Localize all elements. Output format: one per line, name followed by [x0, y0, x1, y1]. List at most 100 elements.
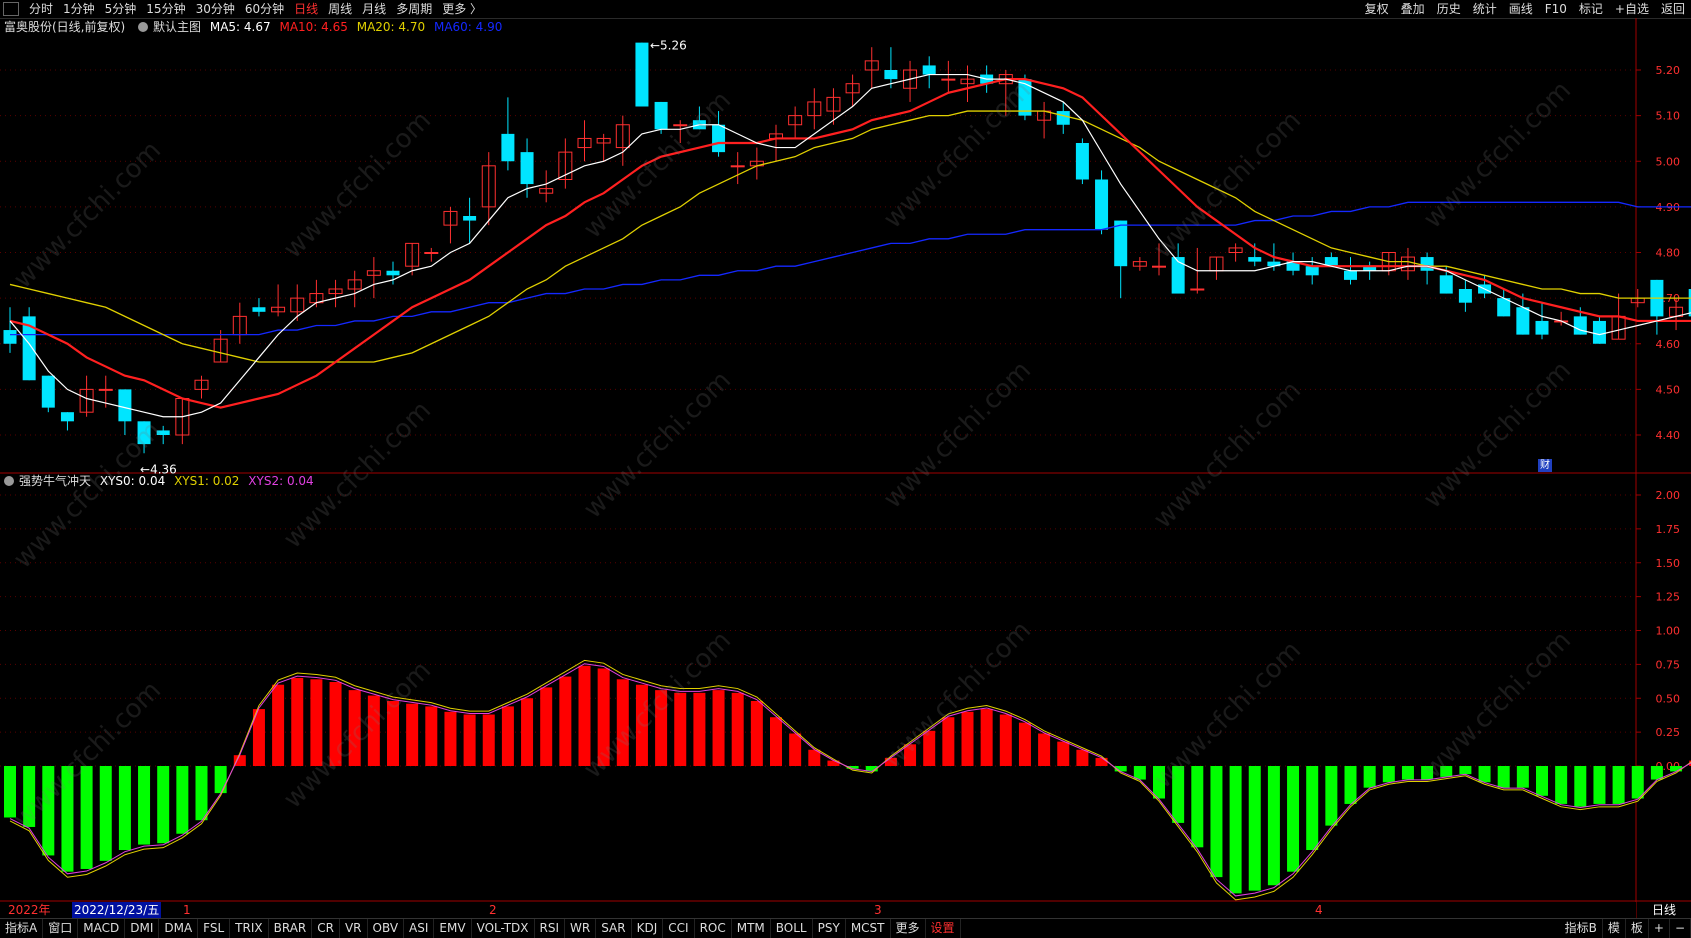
indicator-tab[interactable]: EMV — [434, 919, 472, 938]
candle-body — [1075, 143, 1089, 180]
candle-body — [1056, 111, 1070, 125]
indicator-bar — [770, 717, 782, 766]
indicator-tab[interactable]: 更多 — [891, 919, 926, 938]
bottom-right-tools: 指标B 模板 + − — [1560, 919, 1691, 938]
date-axis: 2022年 2022/12/23/五 1 2 3 4 — [0, 902, 1636, 918]
candle-body — [1095, 179, 1109, 230]
month-tick: 3 — [874, 903, 882, 917]
bottom-tool[interactable]: 指标B — [1560, 919, 1603, 938]
candle-body — [1535, 320, 1549, 335]
indicator-bar — [521, 698, 534, 766]
indicator-tick-label: 1.75 — [1656, 523, 1681, 536]
month-tick: 1 — [183, 903, 191, 917]
indicator-bar — [999, 714, 1012, 766]
indicator-tab[interactable]: ROC — [695, 919, 732, 938]
indicator-tab[interactable]: BOLL — [771, 919, 813, 938]
kline-chart-canvas[interactable]: 5.205.105.004.904.804.704.604.504.40←5.2… — [0, 0, 1691, 937]
indicator-tab[interactable]: DMA — [159, 919, 199, 938]
indicator-bar — [597, 668, 610, 766]
indicator-tab[interactable]: SAR — [596, 919, 632, 938]
indicator-bar — [406, 703, 419, 766]
candle-body — [1152, 265, 1166, 268]
indicator-tab[interactable]: WR — [565, 919, 597, 938]
low-price-annotation: ←4.36 — [140, 462, 177, 476]
candle-body — [941, 78, 956, 81]
indicator-tick-label: 0.75 — [1656, 658, 1681, 671]
indicator-bar — [387, 700, 399, 766]
bottom-tool[interactable]: + — [1649, 919, 1670, 938]
indicator-bar — [674, 692, 687, 766]
candle-body — [922, 65, 936, 75]
indicator-tab[interactable]: 设置 — [926, 919, 961, 938]
candle-body — [1248, 257, 1262, 262]
indicator-bar — [195, 766, 208, 821]
candle-body — [41, 375, 55, 408]
indicator-bar — [61, 766, 74, 872]
indicator-bar — [559, 676, 572, 766]
candle-body — [1516, 307, 1530, 335]
indicator-bar — [750, 700, 763, 766]
indicator-tab[interactable]: OBV — [368, 919, 405, 938]
indicator-bar — [157, 766, 170, 844]
indicator-bar — [1401, 766, 1414, 780]
bottom-tool[interactable]: 模 — [1603, 919, 1626, 938]
indicator-tab[interactable]: FSL — [198, 919, 231, 938]
candle-body — [1458, 289, 1472, 303]
price-tick-label: 4.40 — [1656, 429, 1681, 442]
candle-body — [60, 412, 74, 422]
candle-body — [137, 421, 151, 445]
cai-marker[interactable]: 财 — [1538, 459, 1552, 472]
candle-body — [712, 124, 726, 153]
indicator-bar — [1363, 766, 1376, 788]
indicator-tab[interactable]: DMI — [125, 919, 160, 938]
indicator-bar — [1306, 766, 1319, 851]
indicator-tab[interactable]: CR — [312, 919, 340, 938]
indicator-bar — [1018, 722, 1031, 766]
indicator-bar — [789, 733, 802, 766]
indicator-bar — [1057, 741, 1070, 766]
indicator-tab[interactable]: TRIX — [230, 919, 269, 938]
price-tick-label: 5.10 — [1656, 110, 1681, 123]
indicator-bar — [1076, 749, 1089, 766]
indicator-tab[interactable]: 窗口 — [43, 919, 79, 938]
indicator-bar — [1344, 766, 1357, 804]
indicator-bar — [23, 766, 36, 827]
indicator-tab[interactable]: RSI — [535, 919, 566, 938]
candle-body — [118, 389, 132, 422]
indicator-tab[interactable]: VOL-TDX — [472, 919, 535, 938]
indicator-bar — [961, 711, 974, 766]
indicator-tab[interactable]: ASI — [404, 919, 435, 938]
indicator-tab[interactable]: VR — [340, 919, 368, 938]
indicator-tick-label: 1.00 — [1656, 625, 1681, 638]
indicator-bar — [176, 766, 189, 834]
indicator-tab[interactable]: KDJ — [632, 919, 664, 938]
candle-body — [635, 42, 649, 107]
candle-body — [386, 270, 400, 276]
price-tick-label: 5.00 — [1656, 155, 1681, 168]
indicator-tab[interactable]: BRAR — [269, 919, 313, 938]
bottom-tool[interactable]: 板 — [1626, 919, 1649, 938]
indicator-bar — [310, 679, 323, 766]
indicator-bar — [1172, 766, 1185, 823]
indicator-bar — [425, 706, 438, 766]
indicator-bar — [444, 711, 457, 766]
indicator-tab[interactable]: MCST — [846, 919, 891, 938]
indicator-bar — [1574, 766, 1587, 807]
indicator-tab[interactable]: MACD — [78, 919, 126, 938]
indicator-bar — [655, 690, 668, 766]
indicator-tick-label: 1.25 — [1656, 591, 1681, 604]
bottom-tool[interactable]: − — [1670, 919, 1691, 938]
indicator-bar — [693, 692, 706, 766]
indicator-tab[interactable]: 指标A — [0, 919, 44, 938]
indicator-tab[interactable]: CCI — [663, 919, 695, 938]
indicator-tab[interactable]: PSY — [813, 919, 846, 938]
price-tick-label: 4.60 — [1656, 338, 1681, 351]
indicator-bar — [463, 714, 476, 766]
indicator-tab[interactable]: MTM — [732, 919, 771, 938]
price-tick-label: 5.20 — [1656, 64, 1681, 77]
indicator-bar — [884, 757, 897, 766]
indicator-tick-label: 0.50 — [1656, 692, 1681, 705]
indicator-bar — [1287, 766, 1300, 872]
month-tick: 4 — [1315, 903, 1323, 917]
candle-body — [884, 70, 898, 80]
